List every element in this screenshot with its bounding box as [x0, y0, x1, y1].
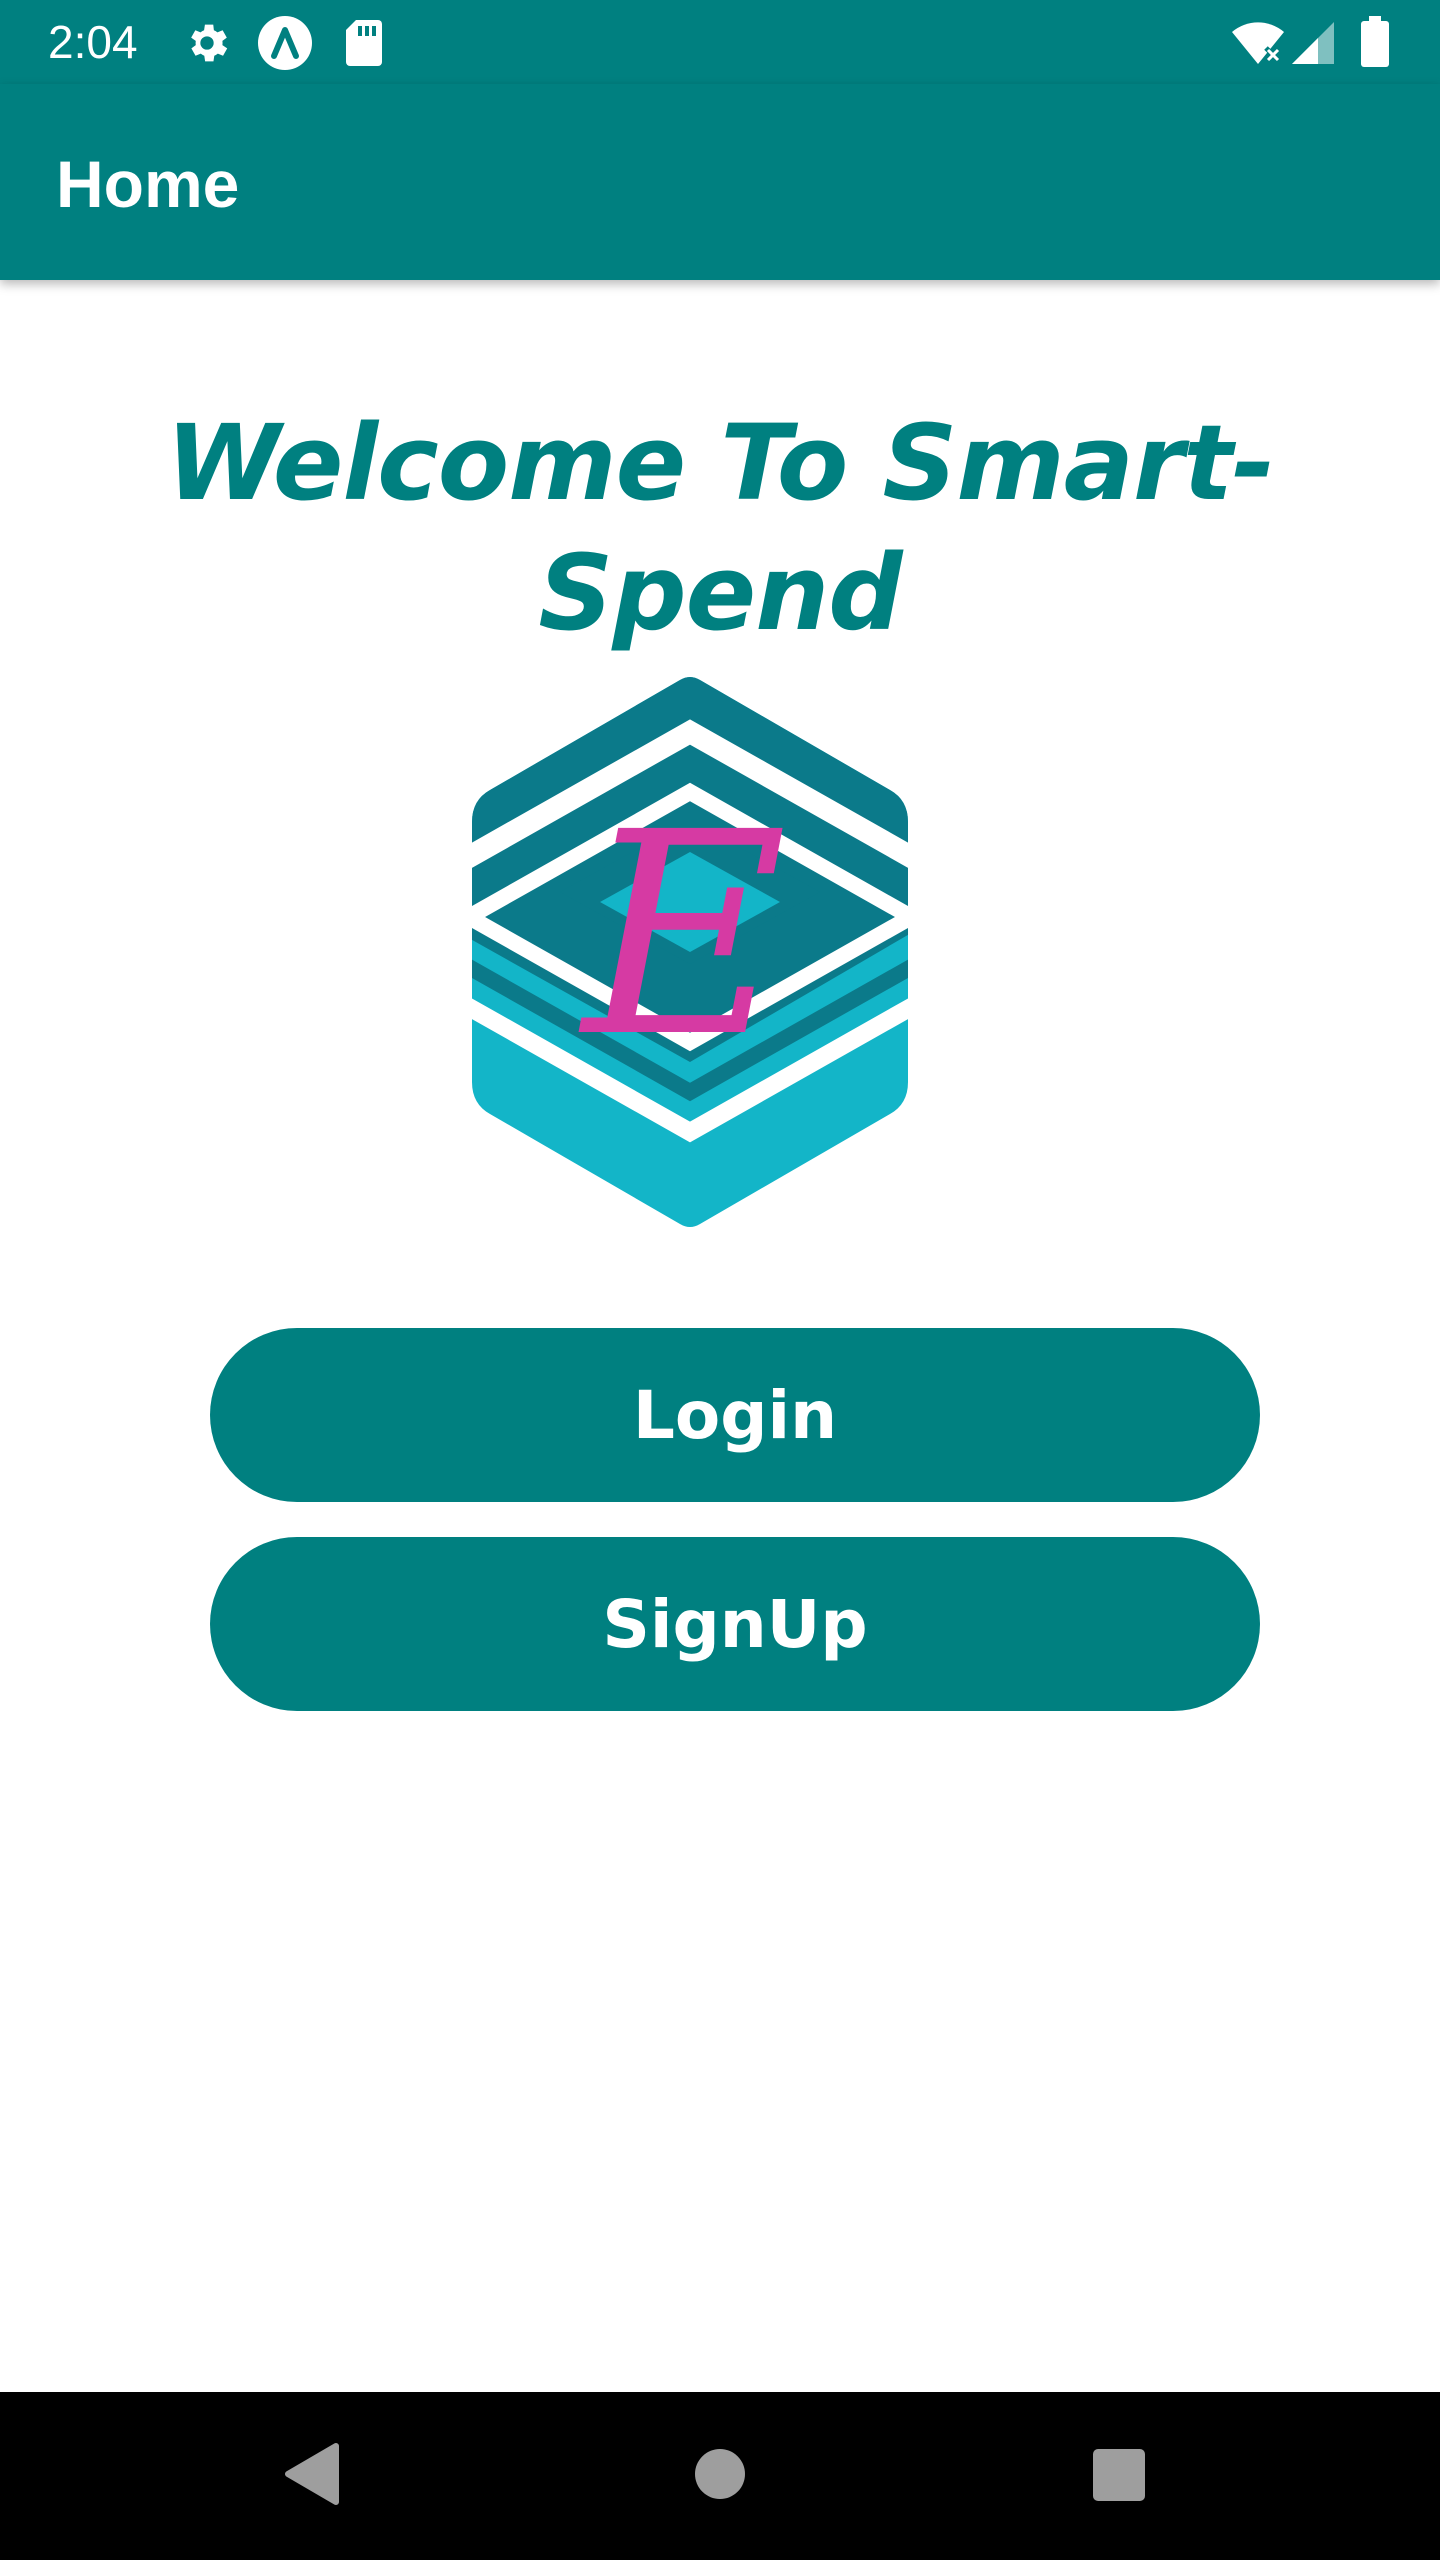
sd-card-icon — [344, 18, 384, 73]
app-logo: E — [440, 672, 930, 1232]
status-bar: 2:04 — [0, 0, 1440, 84]
status-time: 2:04 — [48, 16, 138, 68]
page-title: Home — [56, 147, 240, 221]
app-bar: Home — [0, 84, 1440, 280]
wifi-x-icon — [1230, 20, 1286, 71]
back-icon[interactable] — [282, 2442, 342, 2511]
login-button-label: Login — [632, 1376, 838, 1454]
home-icon[interactable] — [694, 2448, 746, 2505]
signup-button-label: SignUp — [602, 1585, 868, 1663]
login-button[interactable]: Login — [210, 1328, 1260, 1502]
gear-icon — [182, 18, 232, 73]
navigation-bar — [0, 2392, 1440, 2560]
welcome-heading: Welcome To Smart-Spend — [165, 402, 1275, 654]
battery-icon — [1360, 16, 1390, 73]
signup-button[interactable]: SignUp — [210, 1537, 1260, 1711]
a-circle-icon — [256, 14, 314, 77]
logo-letter: E — [578, 773, 787, 1099]
signal-icon — [1290, 20, 1336, 71]
recents-icon[interactable] — [1092, 2448, 1146, 2507]
